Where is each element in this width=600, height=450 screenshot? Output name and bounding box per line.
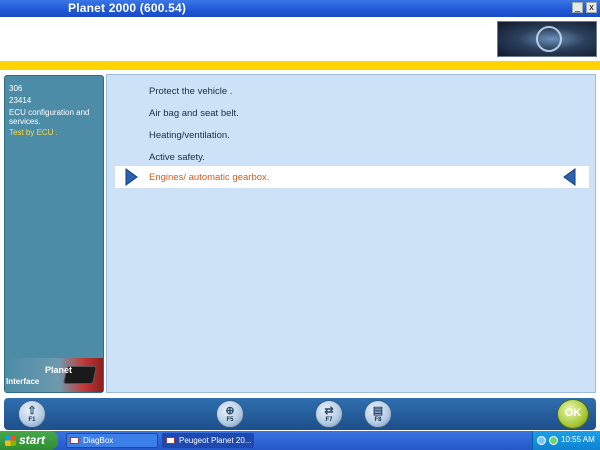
context-label: ECU configuration and services.	[9, 108, 90, 126]
f5-search-button[interactable]: ⊕ F5	[216, 400, 244, 428]
window-titlebar: Planet 2000 (600.54) _ x	[0, 0, 600, 17]
minimize-button[interactable]: _	[572, 2, 583, 13]
current-action-label: Test by ECU .	[9, 128, 58, 137]
window-title: Planet 2000 (600.54)	[68, 1, 187, 15]
ok-label: OK	[564, 407, 582, 419]
system-tray: 10:55 AM	[532, 431, 600, 450]
menu-item-active-safety[interactable]: Active safety.	[149, 152, 205, 163]
menu-item-protect-vehicle[interactable]: Protect the vehicle .	[149, 86, 232, 97]
taskbar-item-label: DiagBox	[83, 436, 114, 445]
search-icon: ⊕	[225, 405, 235, 417]
exchange-icon: ⇄	[324, 405, 334, 417]
menu-item-heating[interactable]: Heating/ventilation.	[149, 130, 230, 141]
selection-right-arrow-icon	[125, 168, 138, 186]
taskbar-item-label: Peugeot Planet 20...	[179, 436, 252, 445]
close-button[interactable]: x	[586, 2, 597, 13]
security-icon[interactable]	[549, 436, 558, 445]
planet-interface-logo: Planet Interface	[5, 358, 103, 392]
f1-help-button[interactable]: ⇧ F1	[18, 400, 46, 428]
vehicle-code: 23414	[9, 96, 32, 105]
planet-label: Planet	[45, 365, 73, 375]
f8-print-button[interactable]: ▤ F8	[364, 400, 392, 428]
ok-button[interactable]: OK	[557, 399, 589, 429]
interface-label: Interface	[6, 377, 40, 386]
print-icon: ▤	[372, 405, 384, 417]
help-up-arrow-icon: ⇧	[27, 405, 37, 417]
clock: 10:55 AM	[561, 435, 595, 444]
selected-item-label: Engines/ automatic gearbox.	[149, 172, 270, 183]
f7-exchange-button[interactable]: ⇄ F7	[315, 400, 343, 428]
vehicle-model: 306	[9, 84, 23, 93]
taskbar-item-diagbox[interactable]: DiagBox	[66, 433, 158, 448]
taskbar-item-peugeot-planet[interactable]: Peugeot Planet 20...	[162, 433, 254, 448]
planet-app-icon	[166, 437, 175, 444]
os-taskbar: start DiagBox Peugeot Planet 20... 10:55…	[0, 431, 600, 450]
f1-label: F1	[28, 417, 36, 423]
brand-logo-icon	[497, 21, 597, 57]
menu-item-airbag[interactable]: Air bag and seat belt.	[149, 108, 239, 119]
menu-item-engines-selected[interactable]: Engines/ automatic gearbox.	[115, 166, 589, 188]
logo-ring	[536, 26, 562, 52]
function-key-bar: ⇧ F1 ⊕ F5 ⇄ F7 ▤ F8 OK	[4, 398, 596, 430]
diagbox-app-icon	[70, 437, 79, 444]
f7-label: F7	[325, 417, 333, 423]
network-icon[interactable]	[537, 436, 546, 445]
vehicle-info-panel: 306 23414 ECU configuration and services…	[4, 75, 104, 393]
header-accent-bar	[0, 61, 600, 70]
selection-left-arrow-icon	[563, 168, 576, 186]
ecu-menu-panel: Protect the vehicle . Air bag and seat b…	[106, 74, 596, 393]
header-gap	[0, 70, 600, 73]
start-label: start	[19, 433, 46, 447]
start-button[interactable]: start	[0, 431, 58, 450]
f8-label: F8	[374, 417, 382, 423]
windows-logo-icon	[5, 435, 16, 446]
f5-label: F5	[226, 417, 234, 423]
